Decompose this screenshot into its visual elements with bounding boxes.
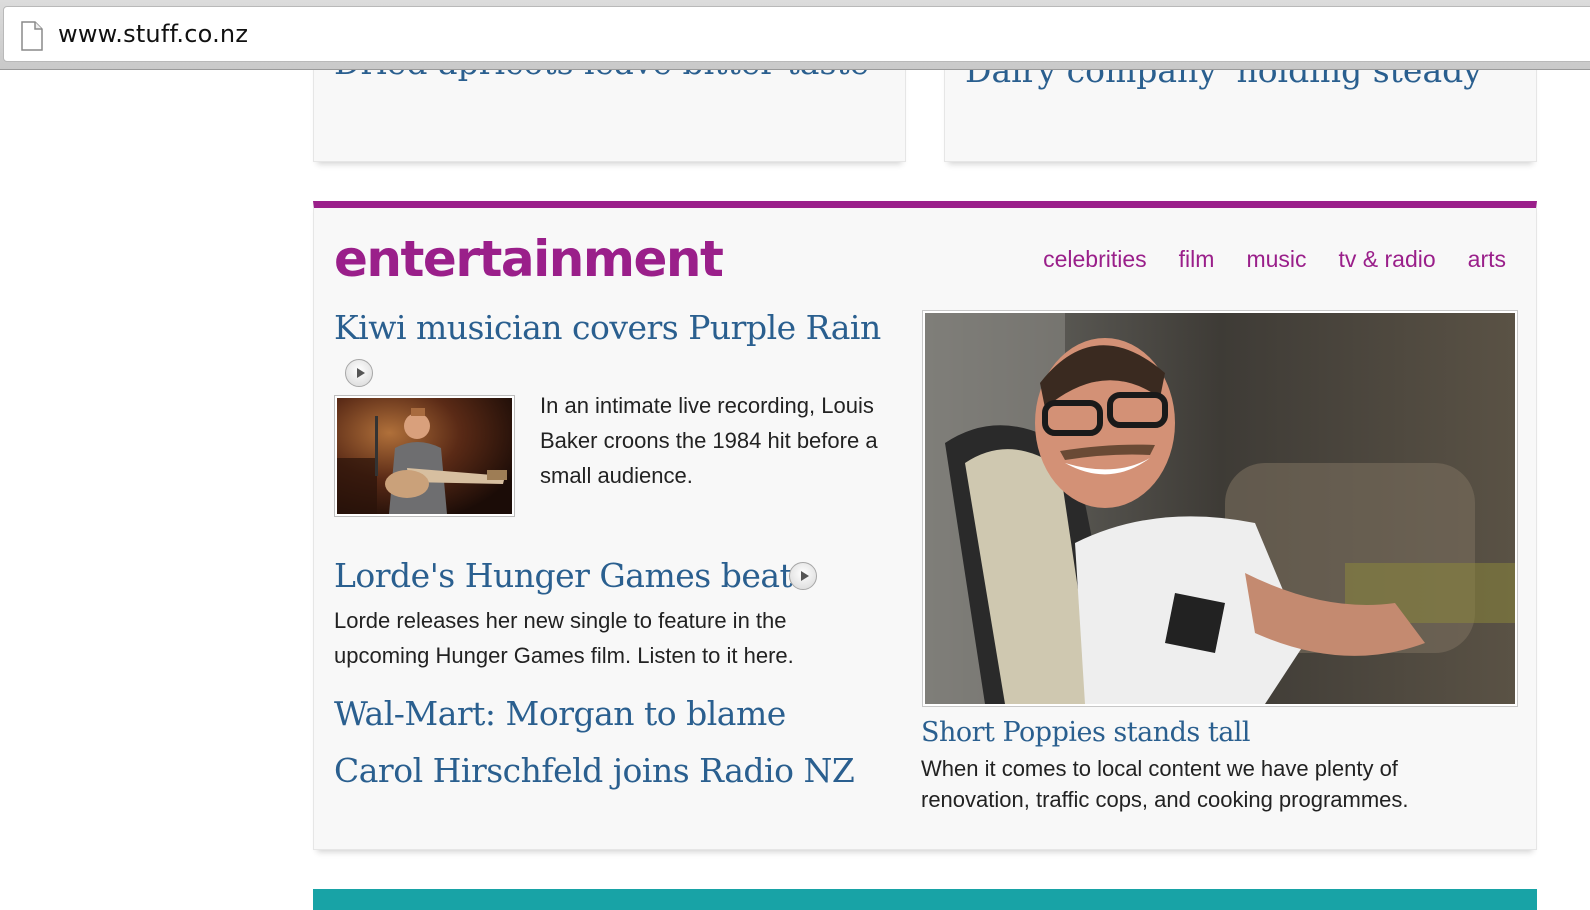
section-title[interactable]: entertainment bbox=[334, 230, 724, 288]
next-section-bar bbox=[313, 889, 1537, 910]
feature-photo bbox=[925, 313, 1515, 704]
nav-link-tv-radio[interactable]: tv & radio bbox=[1339, 246, 1436, 273]
url-text[interactable]: www.stuff.co.nz bbox=[58, 20, 248, 48]
video-play-icon[interactable] bbox=[789, 562, 817, 590]
nav-link-arts[interactable]: arts bbox=[1468, 246, 1506, 273]
feature-image[interactable] bbox=[922, 310, 1518, 707]
story-thumbnail[interactable] bbox=[334, 395, 515, 517]
video-play-icon[interactable] bbox=[345, 359, 373, 387]
feature-summary: When it comes to local content we have p… bbox=[921, 756, 1409, 812]
entertainment-section: entertainment celebrities film music tv … bbox=[313, 201, 1537, 850]
story-summary: Lorde releases her new single to feature… bbox=[334, 608, 794, 668]
story-headline[interactable]: Kiwi musician covers Purple Rain bbox=[334, 308, 881, 347]
address-bar[interactable]: www.stuff.co.nz bbox=[3, 6, 1590, 62]
nav-link-film[interactable]: film bbox=[1179, 246, 1215, 273]
musician-photo bbox=[337, 398, 512, 514]
nav-link-celebrities[interactable]: celebrities bbox=[1043, 246, 1147, 273]
section-nav: celebrities film music tv & radio arts bbox=[1043, 246, 1506, 273]
browser-toolbar: www.stuff.co.nz bbox=[0, 0, 1590, 70]
story-headline[interactable]: Carol Hirschfeld joins Radio NZ bbox=[334, 751, 855, 790]
story-headline[interactable]: Lorde's Hunger Games beat bbox=[334, 556, 793, 595]
document-icon bbox=[21, 21, 43, 51]
story-summary: In an intimate live recording, Louis Bak… bbox=[540, 393, 878, 488]
story-headline[interactable]: Wal-Mart: Morgan to blame bbox=[334, 694, 786, 733]
nav-link-music[interactable]: music bbox=[1246, 246, 1306, 273]
feature-headline[interactable]: Short Poppies stands tall bbox=[921, 717, 1251, 748]
